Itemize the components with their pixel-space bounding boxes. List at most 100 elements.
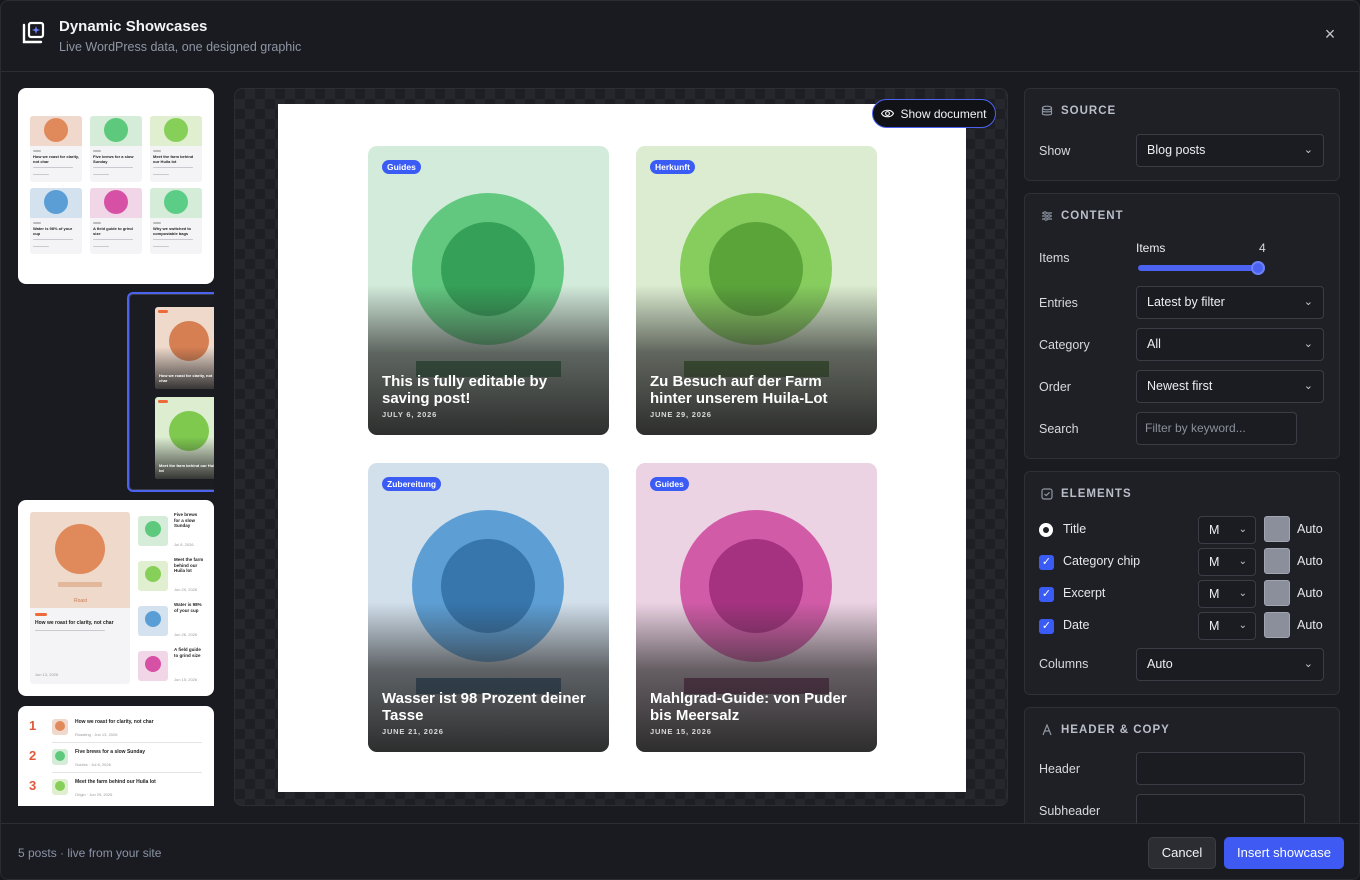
thumb-chip <box>33 150 41 152</box>
element-color-swatch[interactable] <box>1264 580 1290 606</box>
source-heading-text: SOURCE <box>1061 105 1117 117</box>
element-size-select[interactable]: M ⌄ <box>1198 612 1256 640</box>
cancel-button[interactable]: Cancel <box>1148 837 1216 869</box>
category-chip: Guides <box>650 477 689 491</box>
elements-heading: ELEMENTS <box>1041 488 1132 500</box>
thumb-side-date: Jun 29, 2026 <box>174 587 198 592</box>
thumb-circle <box>44 118 68 142</box>
thumb-title: Water is 98% of your cup <box>33 226 73 236</box>
close-icon[interactable]: × <box>1319 23 1341 45</box>
element-row: ✓ Date M ⌄ Auto <box>1039 612 1329 640</box>
element-color-mode: Auto <box>1297 522 1323 536</box>
thumb-list-meta: Guides · Jul 8, 2026 <box>75 762 111 767</box>
thumb-excerpt <box>153 167 193 168</box>
thumb-circle <box>55 781 65 791</box>
items-slider-handle[interactable] <box>1251 261 1265 275</box>
show-document-button[interactable]: Show document <box>872 99 996 128</box>
thumb-chip <box>158 310 168 313</box>
entries-label: Entries <box>1039 296 1078 310</box>
thumb-side-image <box>138 561 168 591</box>
element-size-value: M <box>1209 587 1220 601</box>
chevron-down-icon: ⌄ <box>1303 144 1313 156</box>
element-size-value: M <box>1209 555 1220 569</box>
insert-showcase-button[interactable]: Insert showcase <box>1224 837 1344 869</box>
thumb-feature-side-item: A field guide to grind size Jun 15, 2026 <box>136 647 208 689</box>
thumb-list-image <box>52 719 68 735</box>
element-size-select[interactable]: M ⌄ <box>1198 516 1256 544</box>
thumb-date <box>93 174 109 175</box>
layout-thumb-overlay-selected[interactable]: How we roast for clarity, not charFive b… <box>127 292 214 492</box>
dialog-subtitle: Live WordPress data, one designed graphi… <box>59 40 302 54</box>
element-row: ✓ Excerpt M ⌄ Auto <box>1039 580 1329 608</box>
header-copy-heading-text: HEADER & COPY <box>1061 724 1170 736</box>
thumb-circle <box>104 190 128 214</box>
layout-thumb-feature[interactable]: Roast How we roast for clarity, not char J… <box>18 500 214 696</box>
show-select-value: Blog posts <box>1147 143 1206 157</box>
items-slider-value: 4 <box>1259 241 1266 255</box>
element-size-value: M <box>1209 523 1220 537</box>
thumb-card: How we roast for clarity, not char <box>155 307 214 389</box>
dialog-header: Dynamic Showcases Live WordPress data, o… <box>1 1 1359 72</box>
showcase-logo-icon <box>22 21 45 44</box>
category-select[interactable]: All ⌄ <box>1136 328 1324 361</box>
thumb-title: How we roast for clarity, not char <box>33 154 79 164</box>
header-input[interactable] <box>1136 752 1305 785</box>
chevron-down-icon: ⌄ <box>1238 524 1247 535</box>
thumb-card: A field guide to grind size <box>90 188 142 254</box>
element-size-select[interactable]: M ⌄ <box>1198 548 1256 576</box>
category-select-value: All <box>1147 337 1161 351</box>
element-size-select[interactable]: M ⌄ <box>1198 580 1256 608</box>
element-checkbox[interactable]: ✓ <box>1039 619 1054 634</box>
thumb-side-title: Meet the farm behind our Huila lot <box>174 557 204 573</box>
element-color-mode: Auto <box>1297 554 1323 568</box>
layout-thumb-grid[interactable]: How we roast for clarity, not char Five b… <box>18 88 214 284</box>
thumb-chip <box>153 150 161 152</box>
thumb-circle <box>164 190 188 214</box>
card-title: Wasser ist 98 Prozent deiner Tasse <box>382 690 586 724</box>
chevron-down-icon: ⌄ <box>1303 338 1313 350</box>
element-color-swatch[interactable] <box>1264 612 1290 638</box>
thumb-list-divider <box>52 772 202 773</box>
thumb-side-title: Five brews for a slow Sunday <box>174 512 198 528</box>
items-slider-track[interactable] <box>1138 265 1258 271</box>
thumb-list-rank: 3 <box>29 778 37 793</box>
chevron-down-icon: ⌄ <box>1303 380 1313 392</box>
element-radio[interactable] <box>1039 523 1053 537</box>
thumb-circle <box>145 656 161 672</box>
element-row: ✓ Category chip M ⌄ Auto <box>1039 548 1329 576</box>
search-input[interactable]: Filter by keyword... <box>1136 412 1297 445</box>
chevron-down-icon: ⌄ <box>1238 588 1247 599</box>
show-label: Show <box>1039 144 1071 158</box>
element-checkbox[interactable]: ✓ <box>1039 587 1054 602</box>
thumb-chip <box>93 150 101 152</box>
thumb-chip <box>153 222 161 224</box>
thumb-card: Meet the farm behind our Huila lot <box>150 116 202 182</box>
show-select[interactable]: Blog posts ⌄ <box>1136 134 1324 167</box>
element-checkbox[interactable]: ✓ <box>1039 555 1054 570</box>
thumb-chip <box>33 222 41 224</box>
card-title: Zu Besuch auf der Farm hinter unserem Hu… <box>650 373 828 407</box>
chevron-down-icon: ⌄ <box>1303 296 1313 308</box>
entries-select[interactable]: Latest by filter ⌄ <box>1136 286 1324 319</box>
order-select[interactable]: Newest first ⌄ <box>1136 370 1324 403</box>
thumb-card: Why we switched to compostable bags <box>150 188 202 254</box>
thumb-list-image <box>52 779 68 795</box>
chevron-down-icon: ⌄ <box>1303 658 1313 670</box>
subheader-label: Subheader <box>1039 804 1101 818</box>
thumb-excerpt <box>33 239 73 240</box>
thumb-circle <box>104 118 128 142</box>
content-heading: CONTENT <box>1041 210 1124 222</box>
element-color-swatch[interactable] <box>1264 516 1290 542</box>
layout-thumb-ranked-list[interactable]: 1 How we roast for clarity, not char Roast… <box>18 706 214 806</box>
thumb-circle <box>164 118 188 142</box>
columns-select[interactable]: Auto ⌄ <box>1136 648 1324 681</box>
thumb-feature-tag: Roast <box>74 598 88 604</box>
thumb-date <box>33 246 49 247</box>
category-chip: Herkunft <box>650 160 695 174</box>
content-panel: CONTENT Items Items 4 Entries Latest by … <box>1024 193 1340 459</box>
chevron-down-icon: ⌄ <box>1238 620 1247 631</box>
source-panel: SOURCE Show Blog posts ⌄ <box>1024 88 1340 181</box>
thumb-side-image <box>138 606 168 636</box>
element-color-swatch[interactable] <box>1264 548 1290 574</box>
entries-select-value: Latest by filter <box>1147 295 1225 309</box>
